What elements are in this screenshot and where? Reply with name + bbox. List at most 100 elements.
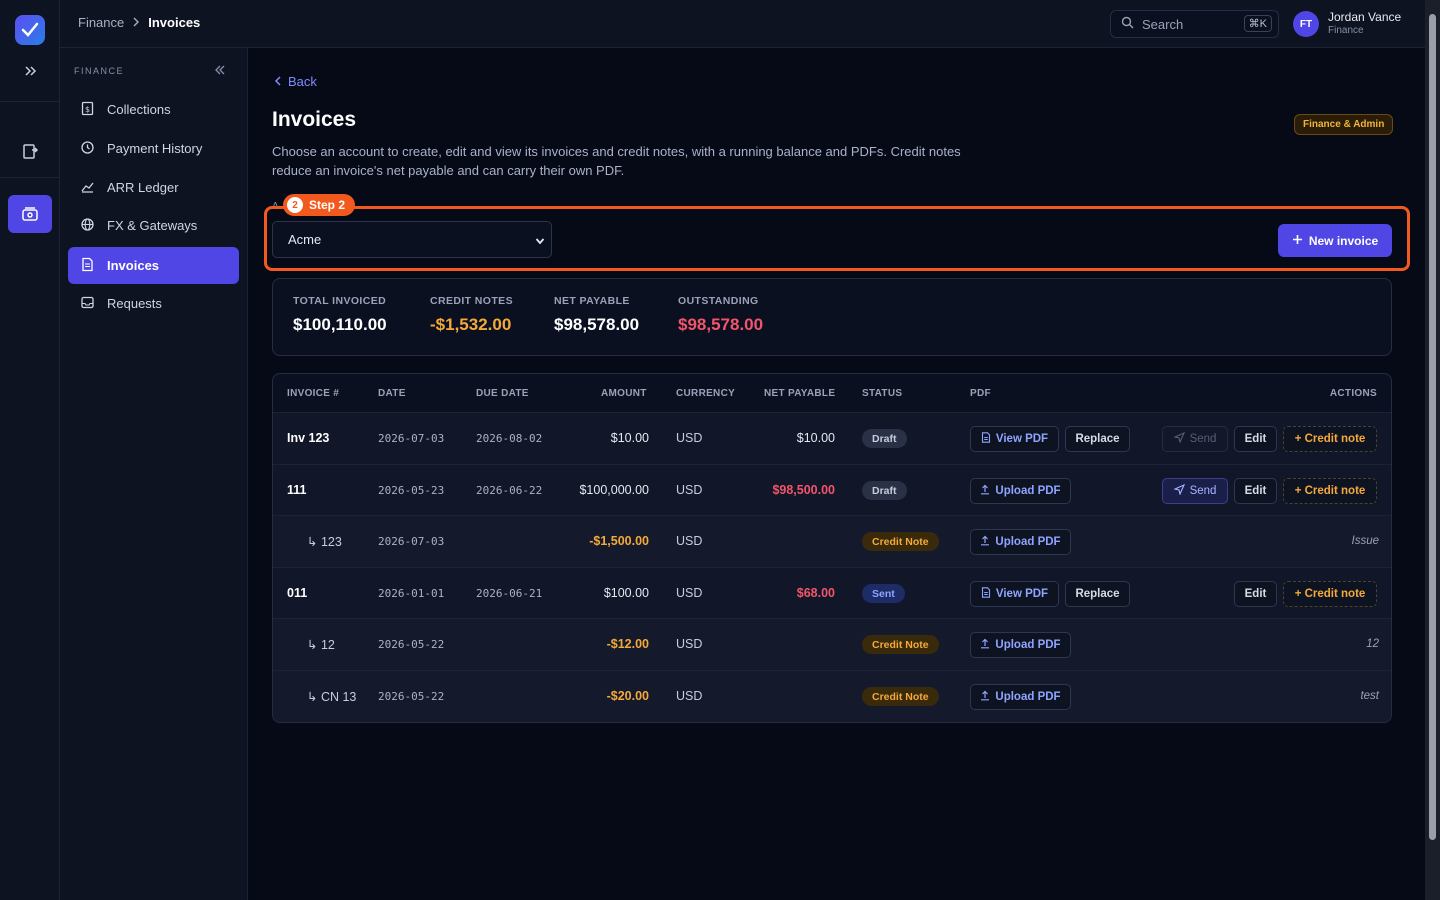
invoice-number: 111 xyxy=(287,483,307,497)
table-row[interactable]: 111 2026-05-23 2026-06-22 $100,000.00 US… xyxy=(273,464,1391,516)
upload-pdf-button[interactable]: Upload PDF xyxy=(970,478,1071,504)
main-content: Back Invoices Choose an account to creat… xyxy=(248,48,1425,900)
sidebar-item-collections[interactable]: $ Collections xyxy=(68,91,239,128)
invoice-amount: -$20.00 xyxy=(606,689,649,703)
add-credit-note-button[interactable]: + Credit note xyxy=(1283,478,1377,504)
sidebar-item-label: Payment History xyxy=(107,141,203,156)
plus-icon xyxy=(1292,234,1303,248)
add-credit-note-button[interactable]: + Credit note xyxy=(1283,581,1377,607)
inbox-icon xyxy=(80,295,95,313)
invoice-currency: USD xyxy=(676,637,703,651)
stat-value: -$1,532.00 xyxy=(430,315,512,334)
col-pdf: PDF xyxy=(970,388,991,399)
breadcrumb-parent[interactable]: Finance xyxy=(78,15,124,30)
invoice-currency: USD xyxy=(676,689,703,703)
search-input[interactable]: Search ⌘K xyxy=(1110,10,1279,38)
finance-module-icon[interactable] xyxy=(8,195,52,233)
invoice-due-date: 2026-06-21 xyxy=(476,587,543,600)
status-badge: Sent xyxy=(862,584,905,603)
edit-button[interactable]: Edit xyxy=(1234,581,1277,607)
sidebar-item-invoices[interactable]: Invoices xyxy=(68,247,239,284)
invoice-amount: $100.00 xyxy=(603,586,649,600)
back-link[interactable]: Back xyxy=(274,74,317,89)
invoice-date: 2026-05-22 xyxy=(378,638,445,651)
sidebar-item-label: Invoices xyxy=(107,258,160,273)
sidebar-item-fx-gateways[interactable]: FX & Gateways xyxy=(68,207,239,244)
table-row[interactable]: ↳ 123 2026-07-03 -$1,500.00 USD Credit N… xyxy=(273,515,1391,567)
stat-label: NET PAYABLE xyxy=(554,295,630,307)
breadcrumb: Finance Invoices xyxy=(78,15,200,30)
send-label: Send xyxy=(1189,485,1217,497)
stat-credit-notes: CREDIT NOTES -$1,532.00 xyxy=(430,295,513,335)
table-row[interactable]: ↳ 12 2026-05-22 -$12.00 USD Credit Note … xyxy=(273,618,1391,670)
chevron-right-icon xyxy=(132,15,140,30)
upload-pdf-label: Upload PDF xyxy=(995,691,1061,703)
upload-pdf-button[interactable]: Upload PDF xyxy=(970,632,1071,658)
view-pdf-button[interactable]: View PDF xyxy=(970,581,1059,607)
invoice-currency: USD xyxy=(676,483,703,497)
credit-note-number: ↳ 123 xyxy=(307,535,342,549)
invoices-table: INVOICE # DATE DUE DATE AMOUNT CURRENCY … xyxy=(272,373,1392,723)
expand-rail-icon[interactable] xyxy=(8,52,52,90)
sidebar: FINANCE $ Collections Payment History AR… xyxy=(60,48,248,900)
app-logo-icon[interactable] xyxy=(15,15,45,45)
replace-button[interactable]: Replace xyxy=(1065,426,1130,452)
sidebar-section-title: FINANCE xyxy=(74,66,125,76)
upload-pdf-button[interactable]: Upload PDF xyxy=(970,684,1071,710)
app-rail xyxy=(0,0,60,900)
col-date: DATE xyxy=(378,388,406,399)
add-credit-note-button[interactable]: + Credit note xyxy=(1283,426,1377,452)
page-scrollbar[interactable] xyxy=(1425,0,1440,900)
stat-value: $98,578.00 xyxy=(678,315,764,334)
handoff-icon[interactable] xyxy=(8,132,52,170)
file-icon xyxy=(981,432,991,446)
upload-pdf-button[interactable]: Upload PDF xyxy=(970,529,1071,555)
view-pdf-label: View PDF xyxy=(995,433,1049,445)
step-tag: 2 Step 2 xyxy=(283,194,356,216)
col-actions: ACTIONS xyxy=(1329,388,1377,399)
sidebar-item-label: Collections xyxy=(107,102,171,117)
account-select[interactable]: Acme xyxy=(272,221,552,258)
top-bar: Finance Invoices Search ⌘K FT Jordan Van… xyxy=(60,0,1425,48)
stat-total-invoiced: TOTAL INVOICED $100,110.00 xyxy=(293,295,387,335)
back-label: Back xyxy=(288,74,317,89)
send-icon xyxy=(1172,483,1185,498)
send-button: Send xyxy=(1162,426,1228,452)
sidebar-item-label: ARR Ledger xyxy=(107,180,179,195)
sidebar-item-payment-history[interactable]: Payment History xyxy=(68,130,239,167)
stat-outstanding: OUTSTANDING $98,578.00 xyxy=(678,295,763,335)
stat-label: TOTAL INVOICED xyxy=(293,295,387,307)
avatar[interactable]: FT xyxy=(1293,11,1319,37)
table-row[interactable]: Inv 123 2026-07-03 2026-08-02 $10.00 USD… xyxy=(273,412,1391,464)
replace-button[interactable]: Replace xyxy=(1065,581,1130,607)
scrollbar-thumb[interactable] xyxy=(1429,14,1436,840)
invoice-currency: USD xyxy=(676,534,703,548)
chart-icon xyxy=(80,179,95,197)
col-net-payable: NET PAYABLE xyxy=(764,388,836,399)
edit-button[interactable]: Edit xyxy=(1234,426,1277,452)
table-row[interactable]: 011 2026-01-01 2026-06-21 $100.00 USD $6… xyxy=(273,567,1391,619)
sidebar-item-arr-ledger[interactable]: ARR Ledger xyxy=(68,169,239,206)
status-badge: Credit Note xyxy=(862,532,939,551)
view-pdf-label: View PDF xyxy=(995,588,1049,600)
edit-button[interactable]: Edit xyxy=(1234,478,1277,504)
page-description: Choose an account to create, edit and vi… xyxy=(272,144,961,178)
history-icon xyxy=(80,140,95,158)
step-label: Step 2 xyxy=(309,198,346,212)
upload-pdf-label: Upload PDF xyxy=(995,639,1061,651)
invoice-number: Inv 123 xyxy=(287,431,330,445)
account-selected-value: Acme xyxy=(288,232,322,247)
new-invoice-button[interactable]: New invoice xyxy=(1278,224,1392,257)
view-pdf-button[interactable]: View PDF xyxy=(970,426,1059,452)
invoice-amount: -$1,500.00 xyxy=(589,534,649,548)
collapse-sidebar-icon[interactable] xyxy=(214,64,226,79)
step-number: 2 xyxy=(287,197,303,213)
svg-text:$: $ xyxy=(85,105,90,114)
credit-note-memo: 12 xyxy=(1366,638,1379,650)
credit-note-number: ↳ CN 13 xyxy=(307,690,357,704)
sidebar-item-requests[interactable]: Requests xyxy=(68,285,239,322)
send-button[interactable]: Send xyxy=(1162,478,1228,504)
breadcrumb-current: Invoices xyxy=(148,15,201,30)
table-row[interactable]: ↳ CN 13 2026-05-22 -$20.00 USD Credit No… xyxy=(273,670,1391,722)
status-badge: Draft xyxy=(862,481,907,500)
